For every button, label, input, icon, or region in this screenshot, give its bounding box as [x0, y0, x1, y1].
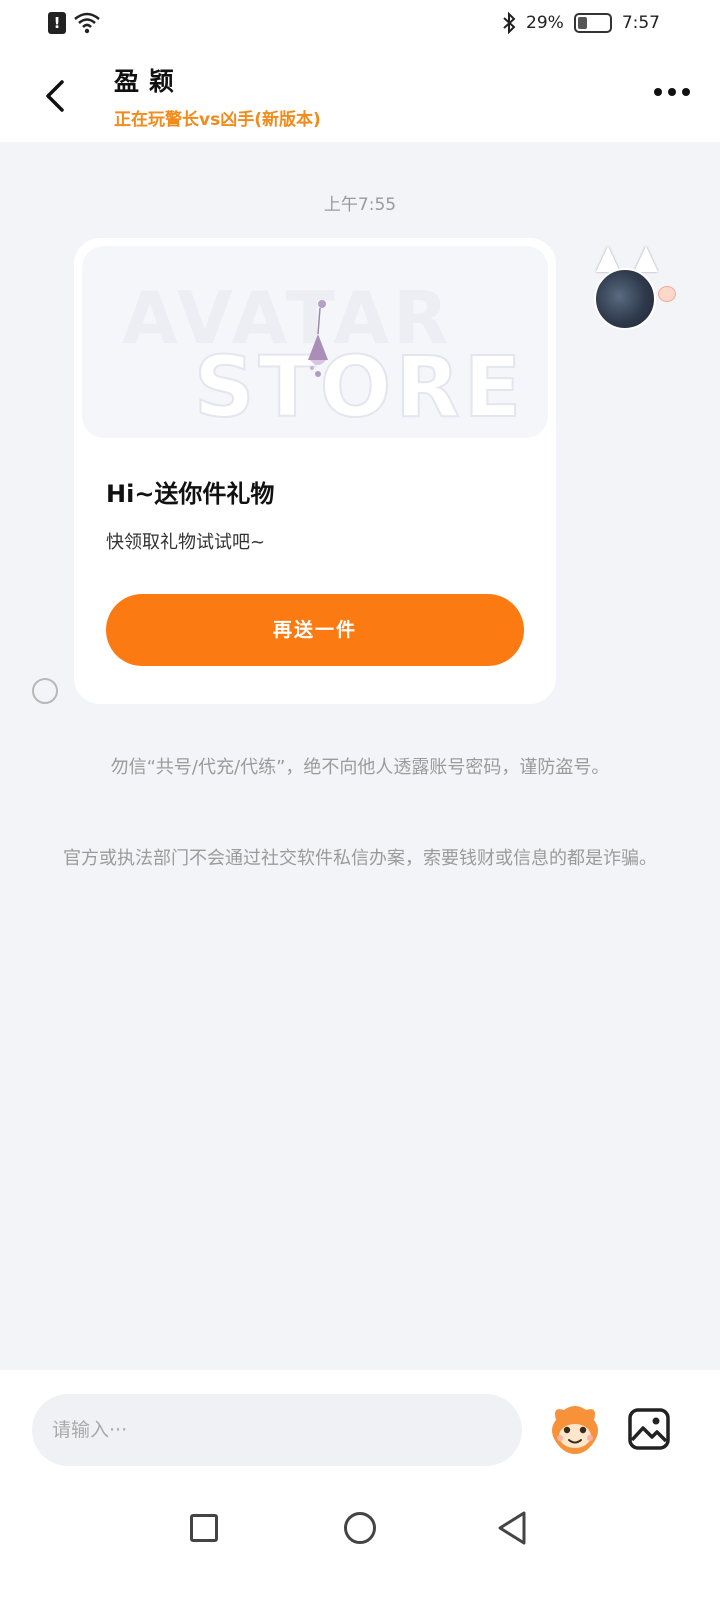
- gift-title: Hi~送你件礼物: [106, 480, 275, 508]
- alert-icon: !: [48, 12, 66, 34]
- gift-message-card[interactable]: AVATAR STORE Hi~送你件礼物 快领取礼物试试吧~ 再送一件: [74, 238, 556, 704]
- contact-name: 盈颖: [114, 67, 185, 96]
- system-navigation-bar: [0, 1480, 720, 1600]
- dot-icon: [682, 88, 690, 96]
- status-bar: ! 29% 7:57: [0, 0, 720, 50]
- input-bar: [0, 1370, 720, 1600]
- gift-banner: AVATAR STORE: [82, 246, 548, 438]
- contact-status: 正在玩警长vs凶手(新版本): [114, 110, 321, 130]
- chat-screen: ! 29% 7:57 盈颖 正在玩警长vs凶手(新版本) 上午7:55 AVAT…: [0, 0, 720, 1600]
- recent-apps-button[interactable]: [190, 1514, 218, 1542]
- send-another-gift-button[interactable]: 再送一件: [106, 594, 524, 666]
- battery-icon: [573, 13, 612, 33]
- avatar-image: [594, 268, 656, 330]
- sender-avatar[interactable]: [590, 242, 686, 338]
- image-picker-icon[interactable]: [628, 1408, 670, 1450]
- paw-icon: [658, 286, 676, 302]
- chat-header: 盈颖 正在玩警长vs凶手(新版本): [0, 50, 720, 142]
- emoji-sticker-icon[interactable]: [546, 1400, 604, 1458]
- cat-ear-icon: [634, 246, 658, 272]
- more-options-button[interactable]: [654, 88, 690, 96]
- message-status-indicator: [32, 678, 58, 704]
- wifi-icon: [74, 12, 100, 34]
- message-timestamp: 上午7:55: [323, 195, 397, 215]
- dot-icon: [654, 88, 662, 96]
- back-arrow-icon[interactable]: [36, 70, 76, 122]
- message-input[interactable]: [32, 1394, 522, 1466]
- safety-notice: 官方或执法部门不会通过社交软件私信办案，索要钱财或信息的都是诈骗。: [63, 848, 657, 869]
- safety-notice: 勿信“共号/代充/代练”，绝不向他人透露账号密码，谨防盗号。: [110, 757, 610, 778]
- clock: 7:57: [621, 13, 660, 33]
- dot-icon: [668, 88, 676, 96]
- banner-watermark-text: STORE: [193, 337, 526, 437]
- gift-item-icon: [308, 300, 328, 377]
- battery-percent: 29%: [526, 13, 564, 33]
- nav-back-button[interactable]: [496, 1510, 528, 1546]
- gift-description: 快领取礼物试试吧~: [106, 532, 266, 553]
- bluetooth-icon: [503, 12, 516, 34]
- home-button[interactable]: [344, 1512, 376, 1544]
